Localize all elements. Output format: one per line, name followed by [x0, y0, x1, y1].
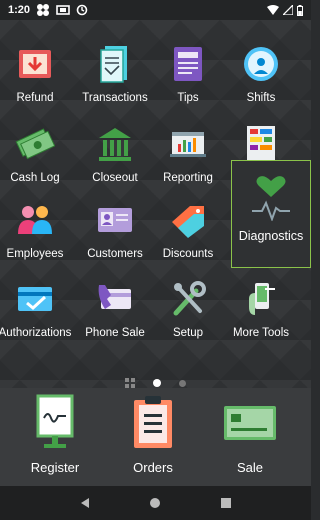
dock-label: Sale [236, 460, 264, 475]
app-refund[interactable]: Refund [0, 40, 74, 116]
customers-icon [98, 208, 132, 232]
diagnostics-popup[interactable]: Diagnostics [231, 160, 311, 268]
app-label: Discounts [162, 248, 214, 260]
app-label: Shifts [246, 92, 276, 104]
tips-icon [174, 47, 202, 81]
transactions-icon [100, 46, 127, 83]
fan-icon [37, 4, 50, 16]
shifts-icon [244, 47, 278, 81]
inventory-icon [247, 126, 275, 160]
app-label: Cash Log [10, 172, 60, 184]
app-discounts[interactable]: Discounts [149, 196, 227, 272]
app-cash-log[interactable]: Cash Log [0, 120, 74, 196]
back-icon[interactable] [79, 497, 91, 509]
orders-icon [134, 396, 172, 448]
app-label: Closeout [92, 172, 138, 184]
more-tools-icon [249, 283, 275, 315]
app-label: Reporting [163, 172, 213, 184]
app-phone-sale[interactable]: Phone Sale [76, 275, 154, 351]
sync-icon [76, 4, 88, 16]
app-label: Refund [16, 92, 54, 104]
app-setup[interactable]: Setup [149, 275, 227, 351]
dock: Register Orders Sale [0, 388, 311, 486]
app-employees[interactable]: Employees [0, 196, 74, 272]
app-tips[interactable]: Tips [149, 40, 227, 116]
employees-icon [18, 206, 52, 234]
closeout-icon [99, 128, 131, 161]
app-label: More Tools [232, 327, 290, 339]
dock-orders[interactable]: Orders [103, 388, 203, 486]
setup-icon [173, 281, 206, 316]
recents-icon[interactable] [220, 497, 232, 509]
dock-label: Register [30, 460, 80, 475]
app-closeout[interactable]: Closeout [76, 120, 154, 196]
status-bar: 1:20 [0, 0, 311, 20]
app-label: Authorizations [0, 327, 72, 339]
register-icon [36, 394, 74, 448]
app-label: Employees [6, 248, 64, 260]
battery-icon [297, 4, 303, 16]
discounts-icon [172, 206, 204, 238]
dock-label: Orders [133, 460, 173, 475]
page-indicator [0, 378, 311, 388]
navigation-bar [0, 486, 311, 520]
app-label: Customers [87, 248, 143, 260]
dock-sale[interactable]: Sale [200, 388, 300, 486]
popup-label: Diagnostics [238, 229, 304, 243]
page-dot-active[interactable] [153, 379, 161, 387]
page-dot[interactable] [179, 379, 186, 387]
status-time: 1:20 [8, 4, 31, 16]
reporting-icon [170, 132, 206, 157]
wifi-icon [267, 5, 279, 15]
dock-register[interactable]: Register [5, 388, 105, 486]
home-icon[interactable] [149, 497, 161, 509]
authorizations-icon [18, 287, 52, 311]
refund-icon [19, 50, 51, 78]
signal-icon [283, 5, 293, 15]
app-reporting[interactable]: Reporting [149, 120, 227, 196]
app-more-tools[interactable]: More Tools [222, 275, 300, 351]
cast-icon [56, 5, 70, 15]
app-customers[interactable]: Customers [76, 196, 154, 272]
diagnostics-icon [252, 176, 290, 221]
app-shifts[interactable]: Shifts [222, 40, 300, 116]
phone-sale-icon [98, 285, 131, 309]
app-authorizations[interactable]: Authorizations [0, 275, 74, 351]
app-label: Transactions [82, 92, 148, 104]
app-label: Phone Sale [85, 327, 145, 339]
app-transactions[interactable]: Transactions [76, 40, 154, 116]
sale-icon [224, 406, 276, 440]
app-label: Setup [172, 327, 204, 339]
app-label: Tips [177, 92, 199, 104]
apps-grid-icon[interactable] [125, 378, 135, 388]
cash-log-icon [15, 128, 55, 160]
